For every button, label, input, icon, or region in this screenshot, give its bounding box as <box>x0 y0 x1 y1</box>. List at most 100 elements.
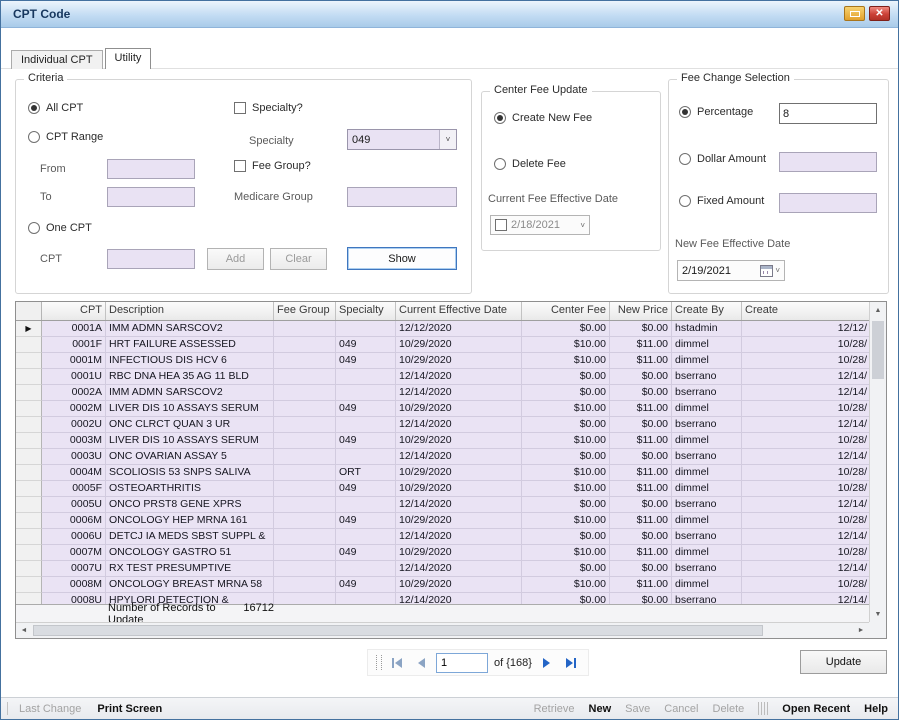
grid-cell[interactable]: 0001M <box>42 353 106 369</box>
column-header[interactable]: Create <box>742 302 871 320</box>
grid-cell[interactable]: 10/29/2020 <box>396 337 522 353</box>
grid-cell[interactable]: 10/29/2020 <box>396 353 522 369</box>
column-header[interactable]: Current Effective Date <box>396 302 522 320</box>
column-header[interactable]: Fee Group <box>274 302 336 320</box>
row-selector[interactable] <box>16 529 42 545</box>
grid-cell[interactable]: 0001F <box>42 337 106 353</box>
grid-cell[interactable]: $10.00 <box>522 465 610 481</box>
grid-cell[interactable]: $0.00 <box>522 593 610 604</box>
grid-cell[interactable]: 10/28/ <box>742 353 869 369</box>
table-row[interactable]: 0002AIMM ADMN SARSCOV212/14/2020$0.00$0.… <box>16 385 869 401</box>
grid-cell[interactable]: 12/14/ <box>742 385 869 401</box>
grid-cell[interactable]: 0001U <box>42 369 106 385</box>
grid-cell[interactable]: 12/14/2020 <box>396 529 522 545</box>
row-selector[interactable] <box>16 545 42 561</box>
grid-cell[interactable]: LIVER DIS 10 ASSAYS SERUM <box>106 401 274 417</box>
grid-cell[interactable]: ONCOLOGY BREAST MRNA 58 <box>106 577 274 593</box>
grid-cell[interactable]: 12/14/2020 <box>396 385 522 401</box>
grid-cell[interactable] <box>274 417 336 433</box>
checkbox-fee-group[interactable]: Fee Group? <box>234 160 311 172</box>
scroll-right-icon[interactable]: ► <box>853 623 869 638</box>
page-number-input[interactable] <box>436 653 488 673</box>
grid-cell[interactable] <box>274 545 336 561</box>
radio-cpt-range[interactable]: CPT Range <box>28 131 103 143</box>
chevron-down-icon[interactable]: ˅ <box>439 130 456 149</box>
grid-cell[interactable]: $10.00 <box>522 481 610 497</box>
show-button[interactable]: Show <box>347 247 457 270</box>
grid-cell[interactable]: $11.00 <box>610 433 672 449</box>
grid-cell[interactable]: bserrano <box>672 417 742 433</box>
date-checkbox-icon[interactable] <box>495 219 507 231</box>
grid-cell[interactable]: LIVER DIS 10 ASSAYS SERUM <box>106 433 274 449</box>
grid-cell[interactable]: $0.00 <box>610 321 672 337</box>
grid-cell[interactable]: 0008M <box>42 577 106 593</box>
row-selector[interactable] <box>16 561 42 577</box>
grid-cell[interactable]: SCOLIOSIS 53 SNPS SALIVA <box>106 465 274 481</box>
grid-cell[interactable]: dimmel <box>672 353 742 369</box>
grid-cell[interactable]: bserrano <box>672 369 742 385</box>
grid-cell[interactable]: $10.00 <box>522 513 610 529</box>
grid-cell[interactable]: bserrano <box>672 561 742 577</box>
grid-cell[interactable]: 049 <box>336 353 396 369</box>
grid-cell[interactable]: 0007U <box>42 561 106 577</box>
grid-cell[interactable]: $0.00 <box>610 593 672 604</box>
grid-cell[interactable]: 049 <box>336 337 396 353</box>
fixed-amount-input[interactable] <box>779 193 877 213</box>
grid-cell[interactable]: dimmel <box>672 337 742 353</box>
statusbar-item-new[interactable]: New <box>589 703 612 715</box>
grid-cell[interactable]: 10/28/ <box>742 337 869 353</box>
grid-cell[interactable]: 049 <box>336 577 396 593</box>
grid-cell[interactable]: 12/14/ <box>742 449 869 465</box>
row-selector[interactable] <box>16 593 42 604</box>
grid-cell[interactable]: 0008U <box>42 593 106 604</box>
radio-delete-fee[interactable]: Delete Fee <box>494 158 566 170</box>
radio-dollar-amount[interactable]: Dollar Amount <box>679 153 766 165</box>
row-selector[interactable] <box>16 449 42 465</box>
row-selector[interactable] <box>16 481 42 497</box>
grid-cell[interactable]: 12/14/ <box>742 497 869 513</box>
grid-cell[interactable]: 0006U <box>42 529 106 545</box>
row-selector[interactable] <box>16 401 42 417</box>
grid-cell[interactable]: 0004M <box>42 465 106 481</box>
checkbox-specialty[interactable]: Specialty? <box>234 102 303 114</box>
grid-cell[interactable] <box>336 593 396 604</box>
grid-cell[interactable]: 049 <box>336 481 396 497</box>
row-selector[interactable] <box>16 577 42 593</box>
tab-utility[interactable]: Utility <box>105 48 152 69</box>
medicare-group-input[interactable] <box>347 187 457 207</box>
grid-cell[interactable]: 12/14/ <box>742 369 869 385</box>
grid-cell[interactable] <box>274 433 336 449</box>
from-input[interactable] <box>107 159 195 179</box>
grid-cell[interactable]: $11.00 <box>610 577 672 593</box>
grid-cell[interactable]: ORT <box>336 465 396 481</box>
scroll-left-icon[interactable]: ◄ <box>16 623 32 638</box>
grid-cell[interactable]: 049 <box>336 433 396 449</box>
grid-cell[interactable] <box>336 561 396 577</box>
grid-cell[interactable]: 12/14/ <box>742 529 869 545</box>
grid-cell[interactable]: $11.00 <box>610 353 672 369</box>
grid-cell[interactable]: 12/14/2020 <box>396 593 522 604</box>
table-row[interactable]: 0008MONCOLOGY BREAST MRNA 5804910/29/202… <box>16 577 869 593</box>
grid-cell[interactable]: 049 <box>336 401 396 417</box>
dollar-amount-input[interactable] <box>779 152 877 172</box>
grid-cell[interactable]: dimmel <box>672 481 742 497</box>
grid-cell[interactable]: $0.00 <box>522 529 610 545</box>
grid-cell[interactable] <box>336 369 396 385</box>
grid-cell[interactable]: 10/28/ <box>742 577 869 593</box>
grid-cell[interactable]: bserrano <box>672 593 742 604</box>
grid-cell[interactable]: $11.00 <box>610 545 672 561</box>
tab-individual-cpt[interactable]: Individual CPT <box>11 50 103 69</box>
row-selector[interactable] <box>16 513 42 529</box>
grid-cell[interactable]: 0001A <box>42 321 106 337</box>
grid-cell[interactable]: $0.00 <box>610 417 672 433</box>
grid-cell[interactable]: $0.00 <box>610 497 672 513</box>
grid-cell[interactable]: 10/29/2020 <box>396 481 522 497</box>
column-header[interactable]: Description <box>106 302 274 320</box>
grid-cell[interactable]: 10/28/ <box>742 513 869 529</box>
grid-cell[interactable]: RX TEST PRESUMPTIVE <box>106 561 274 577</box>
grid-cell[interactable] <box>274 465 336 481</box>
grid-cell[interactable] <box>336 385 396 401</box>
grid-cell[interactable] <box>336 449 396 465</box>
column-header[interactable]: Center Fee <box>522 302 610 320</box>
grid-cell[interactable]: $10.00 <box>522 577 610 593</box>
